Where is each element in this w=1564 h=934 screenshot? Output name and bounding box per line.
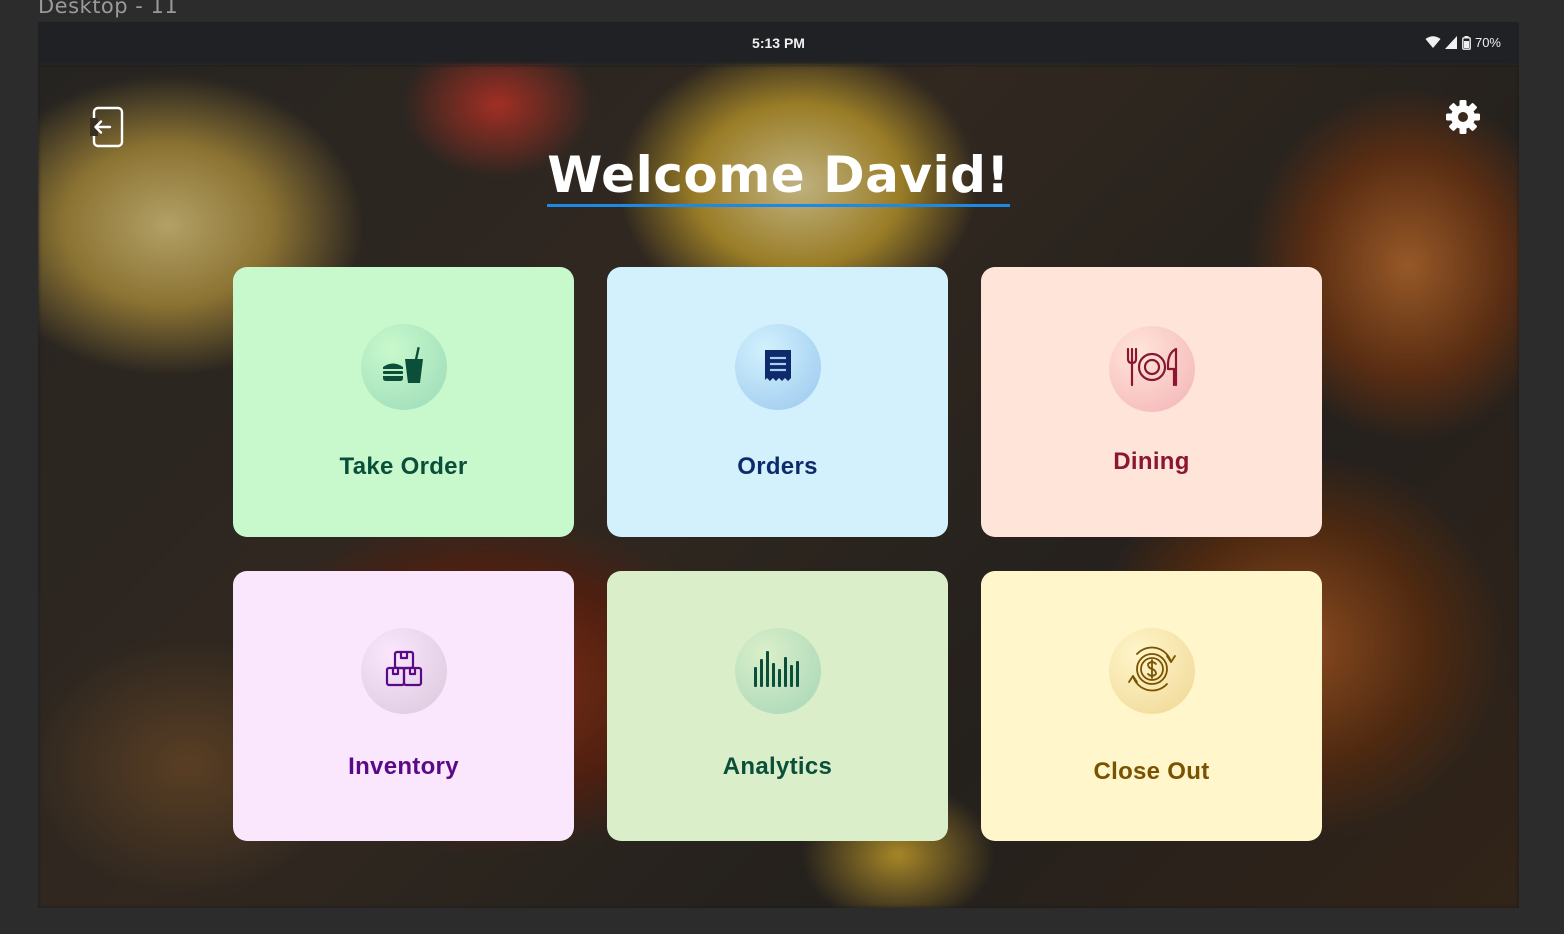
dining-icon-circle (1109, 326, 1195, 412)
battery-icon (1462, 35, 1471, 50)
analytics-label: Analytics (722, 753, 833, 780)
close-out-tile[interactable]: Close Out (981, 571, 1322, 841)
cash-cycle-icon (1127, 644, 1177, 699)
inventory-tile[interactable]: Inventory (233, 571, 574, 841)
battery-percent: 70% (1474, 35, 1501, 50)
orders-tile[interactable]: Orders (607, 267, 948, 537)
inventory-icon-circle (361, 628, 447, 714)
plate-cutlery-icon (1124, 345, 1180, 394)
status-time: 5:13 PM (752, 35, 805, 51)
orders-icon-circle (735, 324, 821, 410)
bar-chart-icon (752, 649, 804, 694)
orders-label: Orders (737, 453, 818, 480)
logout-button[interactable] (90, 106, 126, 150)
take-order-icon-circle (361, 324, 447, 410)
tablet-screen: 5:13 PM 70% Welcome David! Take Order Or… (38, 22, 1519, 908)
welcome-heading: Welcome David! (547, 146, 1010, 207)
welcome-heading-wrap: Welcome David! (38, 146, 1519, 207)
wifi-icon (1425, 36, 1441, 49)
close-out-icon-circle (1109, 628, 1195, 714)
frame-label: Desktop - 11 (38, 0, 179, 18)
settings-button[interactable] (1444, 98, 1482, 136)
boxes-icon (384, 649, 424, 694)
take-order-tile[interactable]: Take Order (233, 267, 574, 537)
dining-label: Dining (1113, 448, 1190, 475)
take-order-label: Take Order (339, 453, 468, 480)
inventory-label: Inventory (348, 753, 459, 780)
analytics-icon-circle (735, 628, 821, 714)
cell-signal-icon (1444, 36, 1458, 49)
status-icons: 70% (1425, 35, 1501, 50)
close-out-label: Close Out (1093, 758, 1210, 785)
gear-icon (1444, 100, 1482, 140)
status-bar: 5:13 PM 70% (38, 22, 1519, 65)
receipt-icon (763, 348, 793, 387)
dining-tile[interactable]: Dining (981, 267, 1322, 537)
analytics-tile[interactable]: Analytics (607, 571, 948, 841)
fast-food-icon (381, 345, 427, 390)
